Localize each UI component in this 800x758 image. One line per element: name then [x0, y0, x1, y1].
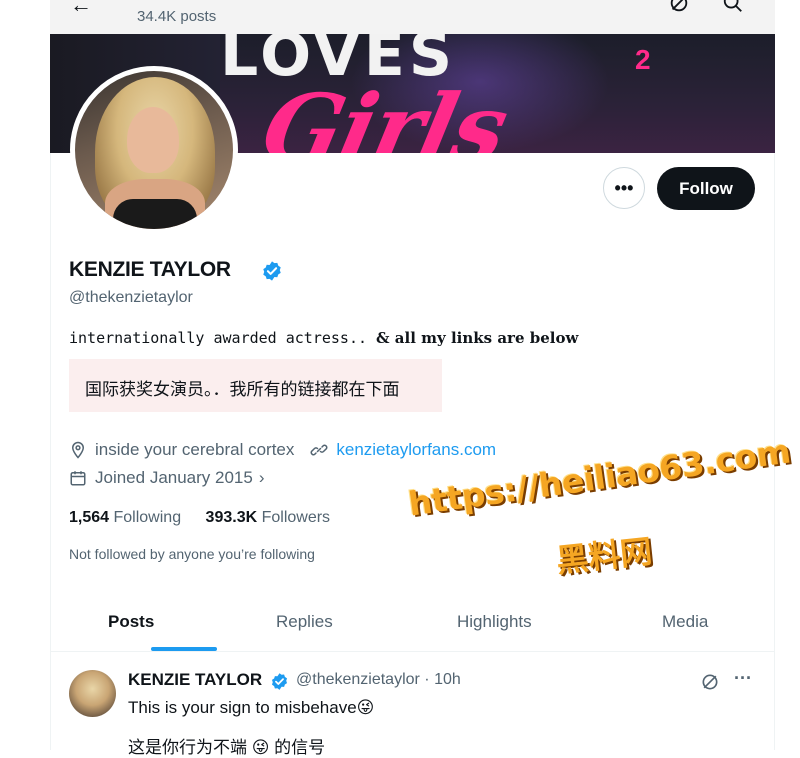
banner-title-main: Girls — [253, 74, 516, 153]
post-verified-badge-icon — [271, 673, 288, 690]
avatar-face — [127, 107, 179, 173]
following-label: Following — [113, 509, 182, 526]
link-icon — [310, 444, 328, 456]
post-text: This is your sign to misbehave😜 — [128, 698, 375, 717]
calendar-icon — [70, 471, 86, 486]
post-more-icon[interactable]: ··· — [734, 668, 752, 689]
location-icon — [71, 441, 85, 459]
post-handle-time[interactable]: @thekenzietaylor · 10h — [296, 671, 461, 689]
tab-media[interactable]: Media — [662, 612, 708, 632]
grok-icon[interactable] — [668, 0, 690, 14]
grok-icon[interactable] — [700, 672, 720, 692]
followers-link[interactable]: 393.3K Followers — [206, 509, 331, 526]
tab-posts[interactable]: Posts — [108, 612, 154, 632]
more-options-button[interactable]: ••• — [603, 167, 645, 209]
left-gutter — [0, 0, 50, 750]
profile-handle: @thekenzietaylor — [69, 289, 193, 306]
profile-bio: internationally awarded actress.. & all … — [69, 329, 578, 347]
bio-translation-box: 国际获奖女演员。．我所有的链接都在下面 — [69, 359, 442, 412]
search-icon[interactable] — [722, 0, 744, 14]
profile-name: KENZIE TAYLOR — [69, 258, 231, 281]
bio-translation: 国际获奖女演员。．我所有的链接都在下面 — [85, 380, 400, 399]
bio-plain-text: internationally awarded actress.. — [69, 329, 377, 347]
profile-location: inside your cerebral cortex — [95, 440, 295, 459]
bio-bold-text: & all my links are below — [376, 329, 579, 347]
watermark-overlay: https://heiliao63.com 黑料网 — [400, 431, 800, 585]
verified-badge-icon[interactable] — [261, 260, 283, 282]
tab-replies[interactable]: Replies — [276, 612, 333, 632]
post-text-translation: 这是你行为不端 😜 的信号 — [128, 738, 326, 757]
following-link[interactable]: 1,564 Following — [69, 509, 181, 526]
banner-title-sup: 2 — [635, 44, 651, 75]
right-gutter — [775, 0, 800, 750]
followers-label: Followers — [261, 509, 331, 526]
back-arrow-icon[interactable]: ← — [70, 0, 92, 18]
tab-highlights[interactable]: Highlights — [457, 612, 532, 632]
active-tab-indicator — [151, 647, 217, 651]
profile-avatar[interactable] — [70, 66, 238, 234]
follow-counts: 1,564 Following 393.3K Followers — [69, 509, 330, 527]
profile-header-bar: ← 34.4K posts — [50, 0, 775, 34]
profile-tabs: Posts Replies Highlights Media — [50, 592, 775, 652]
following-count: 1,564 — [69, 509, 110, 526]
follow-button[interactable]: Follow — [657, 167, 755, 210]
watermark-site-name: 黑料网 — [554, 533, 654, 579]
profile-meta-row-2: Joined January 2015 › — [69, 468, 265, 488]
post-avatar[interactable] — [69, 670, 116, 717]
profile-joined: Joined January 2015 — [95, 468, 253, 487]
posts-count: 34.4K posts — [137, 8, 217, 25]
followers-count: 393.3K — [205, 509, 258, 526]
not-followed-note: Not followed by anyone you’re following — [69, 546, 315, 562]
chevron-right-icon[interactable]: › — [259, 468, 265, 488]
post-author-name[interactable]: KENZIE TAYLOR — [128, 670, 262, 690]
avatar-top — [113, 199, 197, 229]
